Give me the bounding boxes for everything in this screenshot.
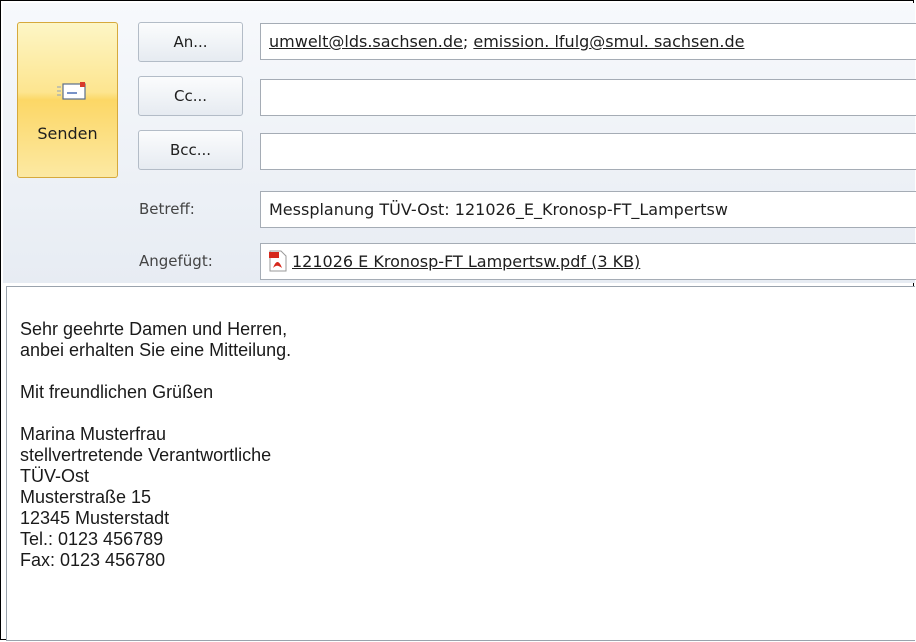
mail-compose-window: Senden An... Cc... Bcc... umwelt@lds.sac… [0, 0, 916, 641]
body-line: anbei erhalten Sie eine Mitteilung. [20, 340, 292, 360]
cc-button[interactable]: Cc... [138, 76, 243, 116]
recipient-1[interactable]: umwelt@lds.sachsen.de [269, 32, 463, 51]
subject-label: Betreff: [139, 200, 195, 218]
body-line: Fax: 0123 456780 [20, 550, 166, 570]
bcc-field[interactable] [260, 133, 916, 170]
recipient-separator: ; [462, 32, 469, 51]
body-line: stellvertretende Verantwortliche [20, 445, 272, 465]
body-line [20, 361, 915, 382]
bcc-button[interactable]: Bcc... [138, 130, 243, 170]
body-line: Tel.: 0123 456789 [20, 529, 164, 549]
body-line: 12345 Musterstadt [20, 508, 170, 528]
message-header: Senden An... Cc... Bcc... umwelt@lds.sac… [3, 3, 916, 283]
subject-field[interactable]: Messplanung TÜV-Ost: 121026_E_Kronosp-FT… [260, 191, 916, 228]
message-body[interactable]: Sehr geehrte Damen und Herren, anbei erha… [6, 286, 915, 641]
to-button[interactable]: An... [138, 22, 243, 62]
body-line: TÜV-Ost [20, 466, 90, 486]
attachment-field[interactable]: 121026 E Kronosp-FT Lampertsw.pdf (3 KB) [260, 243, 916, 280]
body-line: Mit freundlichen Grüßen [20, 382, 214, 402]
envelope-send-icon [57, 82, 86, 100]
send-button[interactable]: Senden [17, 22, 118, 178]
attached-label: Angefügt: [139, 252, 213, 270]
body-line: Musterstraße 15 [20, 487, 152, 507]
body-line [20, 403, 915, 424]
pdf-file-icon [269, 250, 287, 272]
body-line: Marina Musterfrau [20, 424, 167, 444]
to-field[interactable]: umwelt@lds.sachsen.de; emission. lfulg@s… [260, 23, 916, 60]
attachment-link[interactable]: 121026 E Kronosp-FT Lampertsw.pdf (3 KB) [292, 244, 640, 279]
send-button-label: Senden [37, 124, 98, 143]
recipient-2[interactable]: emission. lfulg@smul. sachsen.de [473, 32, 744, 51]
cc-field[interactable] [260, 79, 916, 116]
body-line: Sehr geehrte Damen und Herren, [20, 319, 288, 339]
